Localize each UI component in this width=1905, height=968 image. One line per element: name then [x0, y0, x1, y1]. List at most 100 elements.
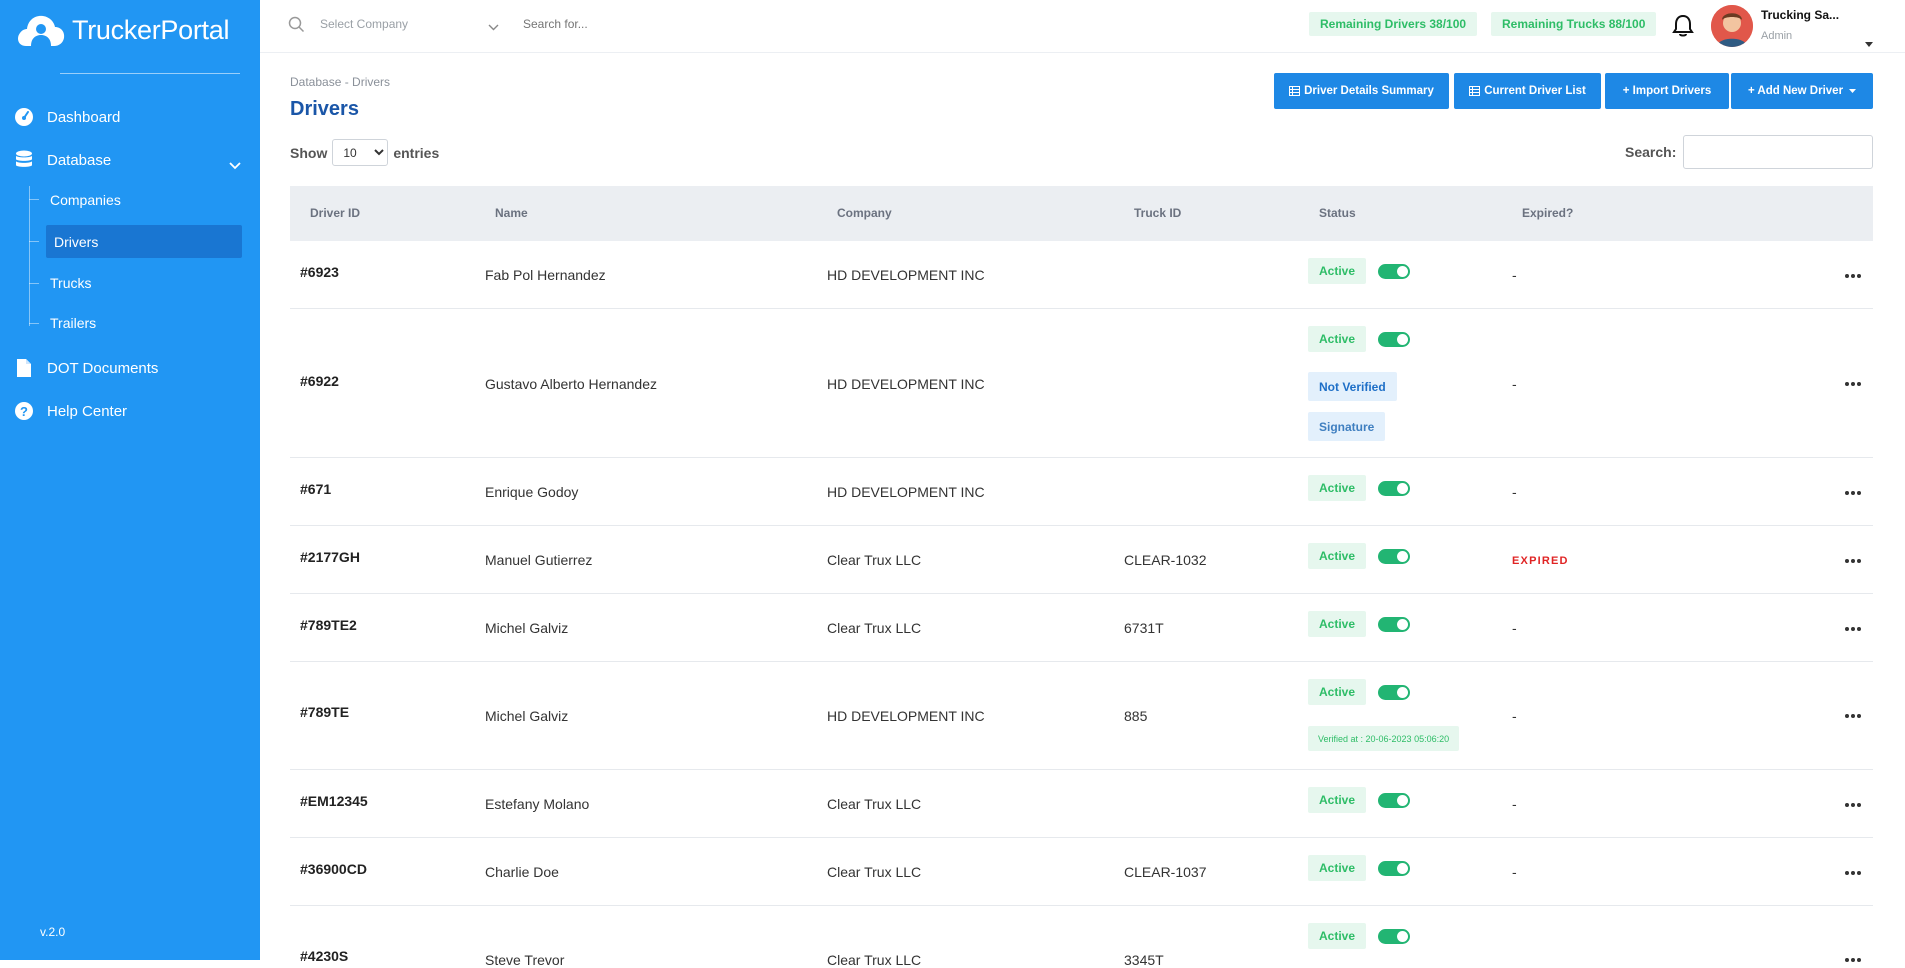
status-badge: Active: [1308, 855, 1366, 881]
more-actions-icon[interactable]: [1845, 627, 1861, 631]
verified-at-badge: Verified at : 20-06-2023 05:06:20: [1308, 726, 1460, 751]
driver-id[interactable]: #EM12345: [300, 793, 368, 809]
table-row: #671 Enrique Godoy HD DEVELOPMENT INC Ac…: [290, 458, 1873, 526]
expired-badge: EXPIRED: [1512, 555, 1569, 567]
sidebar-item-label: Database: [47, 151, 112, 169]
table-row: #789TE2 Michel Galviz Clear Trux LLC 673…: [290, 594, 1873, 662]
status-toggle[interactable]: [1378, 929, 1410, 944]
driver-name: Charlie Doe: [485, 864, 559, 880]
driver-id[interactable]: #6923: [300, 264, 339, 280]
expired-value: -: [1512, 708, 1517, 724]
caret-down-icon[interactable]: [1865, 34, 1873, 52]
status-toggle[interactable]: [1378, 481, 1410, 496]
status-toggle[interactable]: [1378, 793, 1410, 808]
notification-bell-icon[interactable]: [1672, 14, 1694, 43]
logo-text: TruckerPortal: [72, 14, 230, 45]
column-header-expired[interactable]: Expired?: [1522, 206, 1573, 220]
driver-name: Fab Pol Hernandez: [485, 267, 606, 283]
driver-id[interactable]: #2177GH: [300, 549, 360, 565]
sidebar-item-database[interactable]: Database: [14, 150, 111, 170]
button-label: Current Driver List: [1484, 85, 1586, 97]
not-verified-badge[interactable]: Not Verified: [1308, 372, 1397, 401]
column-header-driver-id[interactable]: Driver ID: [310, 206, 360, 220]
document-icon: [14, 358, 34, 378]
sidebar-item-dashboard[interactable]: Dashboard: [14, 107, 120, 127]
table-icon: [1469, 86, 1481, 96]
tree-tick: [29, 323, 39, 324]
select-company-dropdown[interactable]: Select Company: [320, 17, 408, 31]
sidebar-item-help-center[interactable]: ? Help Center: [14, 401, 127, 421]
status-toggle[interactable]: [1378, 332, 1410, 347]
sidebar-item-trucks[interactable]: Trucks: [46, 266, 242, 299]
table-row: #4230S Steve Trevor Clear Trux LLC 3345T…: [290, 906, 1873, 968]
topbar: Select Company Remaining Drivers 38/100 …: [260, 0, 1905, 53]
driver-name: Manuel Gutierrez: [485, 552, 593, 568]
more-actions-icon[interactable]: [1845, 871, 1861, 875]
search-input[interactable]: [523, 17, 703, 31]
sidebar-item-dot-documents[interactable]: DOT Documents: [14, 358, 158, 378]
entries-label: entries: [393, 144, 440, 161]
sidebar-item-companies[interactable]: Companies: [46, 183, 242, 216]
status-toggle[interactable]: [1378, 264, 1410, 279]
column-header-name[interactable]: Name: [495, 206, 528, 220]
driver-id[interactable]: #6922: [300, 373, 339, 389]
sidebar-item-label: Companies: [50, 191, 121, 208]
expired-value: -: [1512, 267, 1517, 283]
status-toggle[interactable]: [1378, 861, 1410, 876]
logo[interactable]: TruckerPortal: [16, 12, 229, 50]
add-new-driver-button[interactable]: + Add New Driver: [1731, 73, 1873, 109]
more-actions-icon[interactable]: [1845, 491, 1861, 495]
status-badge: Active: [1308, 258, 1366, 284]
more-actions-icon[interactable]: [1845, 714, 1861, 718]
chevron-down-icon[interactable]: [488, 18, 499, 36]
user-role: Admin: [1761, 30, 1793, 42]
driver-company: Clear Trux LLC: [827, 620, 922, 636]
chevron-down-icon[interactable]: [229, 157, 241, 175]
status-toggle[interactable]: [1378, 685, 1410, 700]
sidebar-item-drivers[interactable]: Drivers: [46, 225, 242, 258]
entries-select[interactable]: 10: [332, 139, 389, 166]
column-header-truck-id[interactable]: Truck ID: [1134, 206, 1181, 220]
column-header-company[interactable]: Company: [837, 206, 892, 220]
expired-value: -: [1512, 484, 1517, 500]
sidebar-item-label: Drivers: [54, 233, 99, 250]
caret-down-icon: [1849, 89, 1857, 93]
sidebar-item-label: Dashboard: [47, 108, 121, 126]
sidebar-item-trailers[interactable]: Trailers: [46, 306, 242, 339]
avatar[interactable]: [1711, 5, 1753, 47]
status-toggle[interactable]: [1378, 549, 1410, 564]
database-icon: [14, 150, 34, 170]
more-actions-icon[interactable]: [1845, 559, 1861, 563]
driver-name: Michel Galviz: [485, 620, 569, 636]
status-badge: Active: [1308, 923, 1366, 949]
driver-id[interactable]: #4230S: [300, 948, 348, 964]
breadcrumb: Database - Drivers: [290, 75, 391, 89]
more-actions-icon[interactable]: [1845, 382, 1861, 386]
truck-id: CLEAR-1037: [1124, 864, 1207, 880]
more-actions-icon[interactable]: [1845, 274, 1861, 278]
table-header: Driver ID Name Company Truck ID Status E…: [290, 186, 1873, 241]
driver-company: Clear Trux LLC: [827, 952, 922, 968]
more-actions-icon[interactable]: [1845, 958, 1861, 962]
sidebar-item-label: Trailers: [50, 314, 97, 331]
version-label: v.2.0: [40, 925, 66, 939]
truck-id: CLEAR-1032: [1124, 552, 1207, 568]
driver-id[interactable]: #36900CD: [300, 861, 367, 877]
user-name[interactable]: Trucking Sa...: [1761, 8, 1839, 22]
tree-tick: [29, 241, 39, 242]
import-drivers-button[interactable]: + Import Drivers: [1605, 73, 1729, 109]
driver-company: Clear Trux LLC: [827, 796, 922, 812]
more-actions-icon[interactable]: [1845, 803, 1861, 807]
driver-id[interactable]: #789TE: [300, 704, 349, 720]
status-toggle[interactable]: [1378, 617, 1410, 632]
current-driver-list-button[interactable]: Current Driver List: [1454, 73, 1601, 109]
driver-company: HD DEVELOPMENT INC: [827, 484, 985, 500]
truck-id: 3345T: [1124, 952, 1164, 968]
signature-badge[interactable]: Signature: [1308, 412, 1386, 441]
driver-details-summary-button[interactable]: Driver Details Summary: [1274, 73, 1449, 109]
driver-id[interactable]: #789TE2: [300, 617, 357, 633]
table-search-input[interactable]: [1683, 135, 1873, 169]
driver-id[interactable]: #671: [300, 481, 331, 497]
column-header-status[interactable]: Status: [1319, 206, 1356, 220]
table-row: #6922 Gustavo Alberto Hernandez HD DEVEL…: [290, 309, 1873, 458]
